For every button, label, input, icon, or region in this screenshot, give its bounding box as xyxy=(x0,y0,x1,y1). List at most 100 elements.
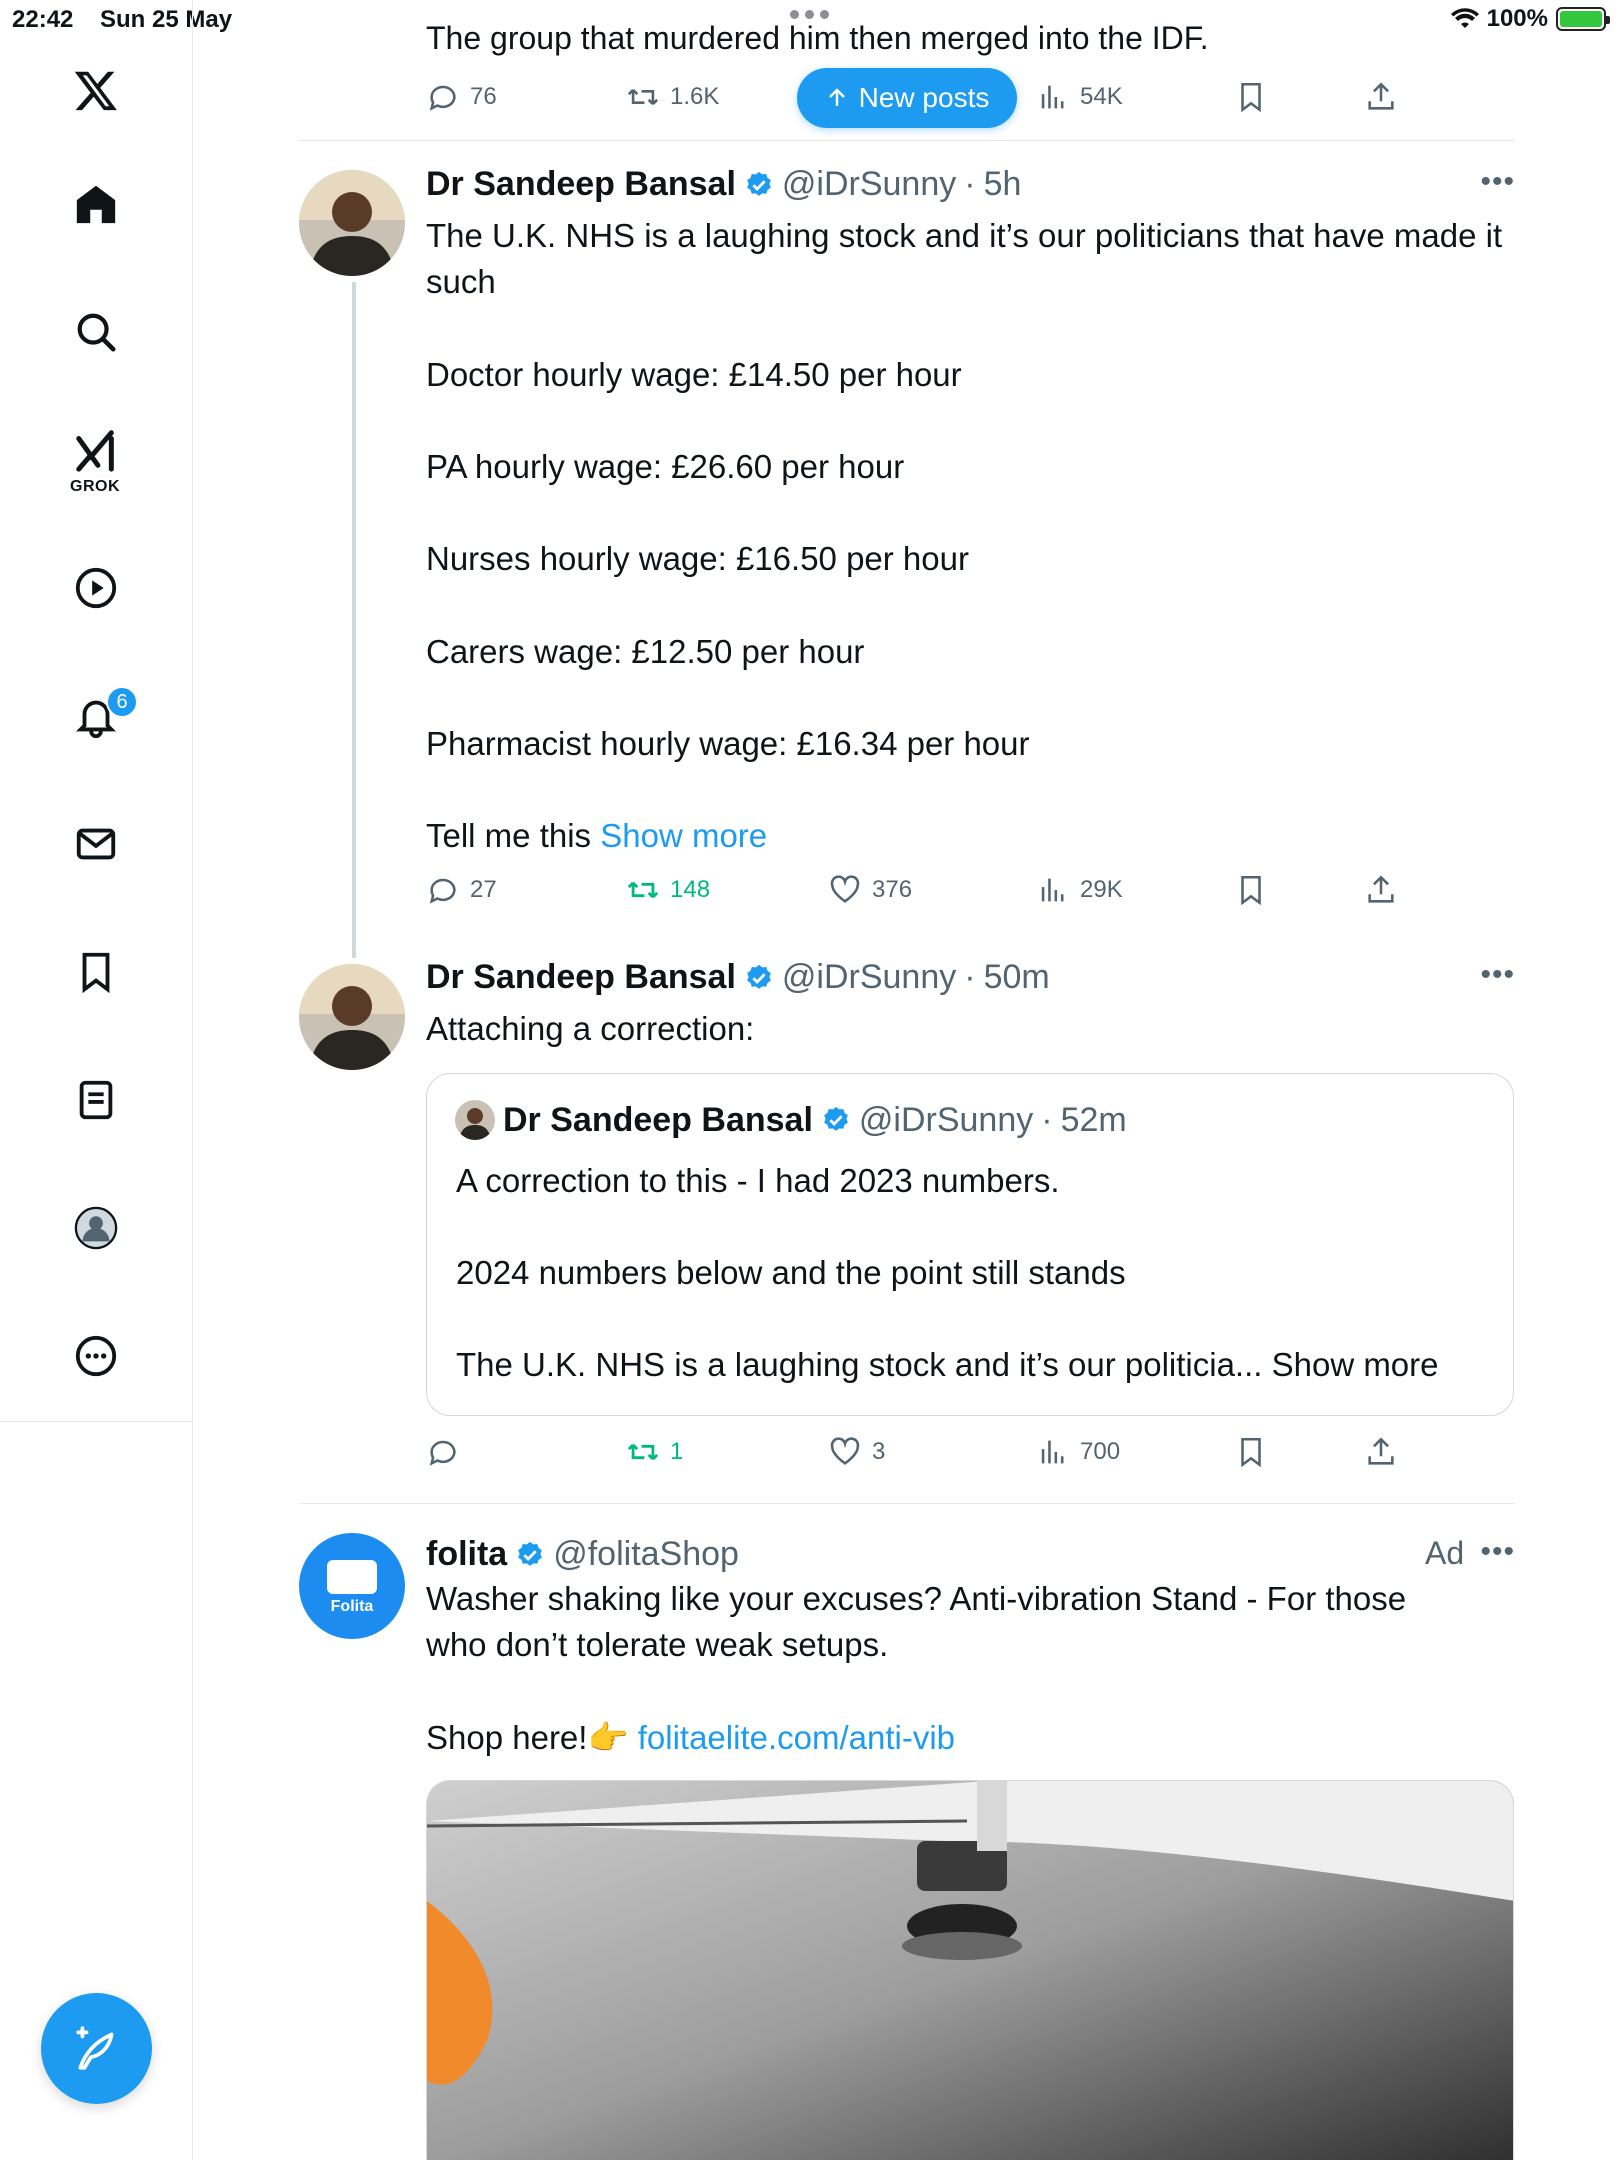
repost-count: 1.6K xyxy=(670,83,720,110)
messages-icon[interactable] xyxy=(66,814,126,874)
share-button[interactable] xyxy=(1364,873,1398,907)
reply-icon xyxy=(429,878,456,904)
compose-post-button[interactable] xyxy=(41,1993,152,2104)
share-button[interactable] xyxy=(1364,80,1398,114)
like-button[interactable]: 3 xyxy=(828,1435,885,1469)
views-button[interactable]: 700 xyxy=(1036,1435,1120,1469)
sidebar-divider xyxy=(0,1421,193,1422)
shop-line: Shop here!👉 folitaelite.com/anti-vib xyxy=(426,1715,1516,1761)
reply-button[interactable] xyxy=(426,1435,460,1469)
author-name[interactable]: Dr Sandeep Bansal xyxy=(426,165,736,204)
bookmarks-icon[interactable] xyxy=(66,942,126,1002)
search-icon[interactable] xyxy=(66,302,126,362)
repost-button[interactable]: 1.6K xyxy=(626,80,719,114)
post-time[interactable]: 50m xyxy=(984,958,1050,997)
ad-video-media[interactable] xyxy=(426,1780,1514,2160)
show-more-link[interactable]: Show more xyxy=(600,817,767,854)
ad-link[interactable]: folitaelite.com/anti-vib xyxy=(638,1719,955,1756)
post-text: The U.K. NHS is a laughing stock and it’… xyxy=(426,213,1516,305)
post-divider xyxy=(299,140,1515,141)
like-button[interactable]: 376 xyxy=(828,873,912,907)
avatar[interactable] xyxy=(299,170,405,276)
profile-icon[interactable] xyxy=(66,1198,126,1258)
views-button[interactable]: 29K xyxy=(1036,873,1123,907)
home-icon[interactable] xyxy=(66,174,126,234)
post-actions: 1 3 700 xyxy=(426,1435,1426,1475)
avatar[interactable] xyxy=(299,964,405,1070)
thread-line xyxy=(352,282,356,958)
arrow-up-icon xyxy=(828,88,845,106)
separator-dot: · xyxy=(964,165,976,203)
grok-label: GROK xyxy=(70,478,120,495)
quoted-post[interactable]: Dr Sandeep Bansal @iDrSunny · 52m A corr… xyxy=(426,1073,1514,1416)
author-name[interactable]: Dr Sandeep Bansal xyxy=(426,958,736,997)
verified-badge-icon xyxy=(747,964,771,989)
views-button[interactable]: 54K xyxy=(1036,80,1123,114)
bookmark-button[interactable] xyxy=(1234,873,1268,907)
quote-author-name: Dr Sandeep Bansal xyxy=(503,1100,813,1139)
separator-dot: · xyxy=(964,958,976,996)
compose-feather-icon xyxy=(75,2025,113,2070)
shopping-bag-icon xyxy=(327,1560,377,1594)
advertiser-avatar[interactable]: Folita xyxy=(299,1533,405,1639)
quote-header: Dr Sandeep Bansal @iDrSunny · 52m xyxy=(455,1100,1127,1140)
previous-post-text: The group that murdered him then merged … xyxy=(426,20,1209,56)
post-header: folita @folitaShop xyxy=(426,1535,739,1574)
quote-avatar xyxy=(455,1100,495,1140)
bookmark-icon xyxy=(1241,875,1261,906)
reply-button[interactable]: 76 xyxy=(426,80,497,114)
post-line: Nurses hourly wage: £16.50 per hour xyxy=(426,540,969,577)
more-options-icon[interactable]: ••• xyxy=(1480,165,1515,199)
sidebar: GROK 6 xyxy=(0,0,193,2160)
post-divider xyxy=(299,1503,1515,1504)
reply-icon xyxy=(429,85,456,111)
reply-count: 76 xyxy=(470,83,497,110)
author-handle[interactable]: @iDrSunny xyxy=(782,165,956,204)
author-handle[interactable]: @iDrSunny xyxy=(782,958,956,997)
repost-button[interactable]: 148 xyxy=(626,873,710,907)
bookmark-button[interactable] xyxy=(1234,1435,1268,1469)
more-icon[interactable] xyxy=(66,1326,126,1386)
video-icon[interactable] xyxy=(66,558,126,618)
reply-button[interactable]: 27 xyxy=(426,873,497,907)
repost-button[interactable]: 1 xyxy=(626,1435,683,1469)
separator-dot: · xyxy=(1041,1100,1053,1139)
more-options-icon[interactable]: ••• xyxy=(1480,958,1515,992)
share-button[interactable] xyxy=(1364,1435,1398,1469)
reply-count: 27 xyxy=(470,876,497,903)
verified-badge-icon xyxy=(747,171,771,196)
reply-icon xyxy=(429,1440,456,1466)
bookmark-button[interactable] xyxy=(1234,80,1268,114)
views-count: 700 xyxy=(1080,1438,1121,1465)
repost-icon xyxy=(627,1443,659,1461)
quote-time: 52m xyxy=(1060,1100,1127,1139)
status-right: 100% xyxy=(1450,5,1610,33)
quote-line: 2024 numbers below and the point still s… xyxy=(456,1254,1126,1291)
post-time[interactable]: 5h xyxy=(984,165,1022,204)
lists-icon[interactable] xyxy=(66,1070,126,1130)
bookmark-icon xyxy=(1241,82,1261,113)
author-name[interactable]: folita xyxy=(426,1535,507,1574)
views-count: 29K xyxy=(1080,876,1123,903)
notifications-badge: 6 xyxy=(106,686,138,718)
views-icon xyxy=(1041,85,1064,109)
shop-text: Shop here!👉 xyxy=(426,1719,629,1756)
like-count: 376 xyxy=(872,876,913,903)
post-line: Doctor hourly wage: £14.50 per hour xyxy=(426,356,962,393)
x-logo-icon[interactable] xyxy=(66,60,126,120)
post-line: PA hourly wage: £26.60 per hour xyxy=(426,448,905,485)
post-line: Tell me this xyxy=(426,817,592,854)
author-handle[interactable]: @folitaShop xyxy=(553,1535,739,1574)
battery-percent: 100% xyxy=(1486,5,1548,32)
repost-count: 148 xyxy=(670,876,711,903)
post-header: Dr Sandeep Bansal @iDrSunny · 5h xyxy=(426,165,1021,204)
battery-icon xyxy=(1556,7,1610,31)
repost-count: 1 xyxy=(670,1438,684,1465)
more-options-icon[interactable]: ••• xyxy=(1480,1535,1515,1569)
repost-icon xyxy=(627,89,659,105)
verified-badge-icon xyxy=(824,1106,848,1131)
post-line: The U.K. NHS is a laughing stock and it’… xyxy=(426,217,1503,300)
new-posts-button[interactable]: New posts xyxy=(797,68,1017,128)
grok-icon[interactable] xyxy=(66,420,126,480)
bookmark-icon xyxy=(1241,1437,1261,1468)
